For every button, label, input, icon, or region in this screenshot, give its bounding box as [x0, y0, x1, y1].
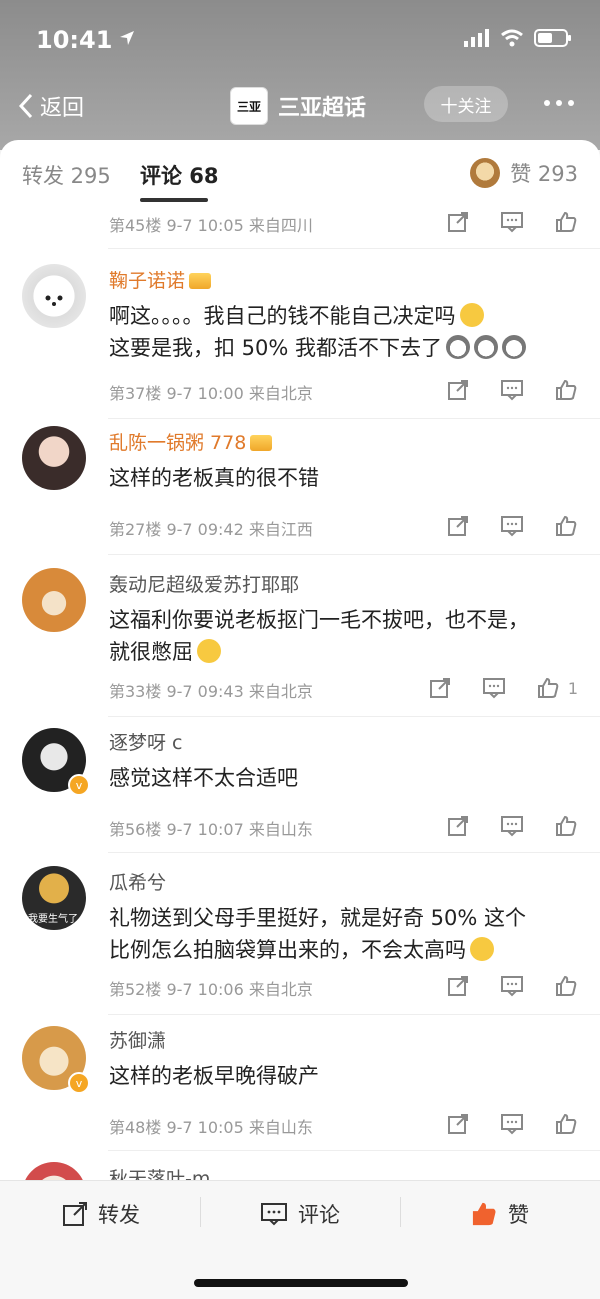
liker-avatar [470, 158, 501, 188]
comment-list[interactable]: 第45楼 9-7 10:05 来自四川 鞠子诺诺 啊这。。。。我自己的钱不能自己… [0, 206, 600, 1181]
comment-text: 啊这。。。。我自己的钱不能自己决定吗 这要是我，扣 50% 我都活不下去了 [109, 300, 579, 364]
back-button[interactable]: 返回 [18, 90, 84, 122]
comment-meta: 第56楼 9-7 10:07 来自山东 [109, 820, 313, 839]
comment-text: 感觉这样不太合适吧 [109, 766, 298, 790]
comment-text: 这样的老板真的很不错 [109, 466, 319, 490]
back-label: 返回 [40, 96, 85, 121]
avatar[interactable] [22, 568, 86, 632]
avatar[interactable] [22, 264, 86, 328]
comment-meta: 第33楼 9-7 09:43 来自北京 [109, 682, 313, 701]
battery-icon [534, 29, 572, 51]
home-indicator [194, 1279, 408, 1287]
topic-logo: 三亚 [230, 87, 268, 125]
thumbs-up-icon [472, 1202, 496, 1226]
comment-icon[interactable] [482, 676, 506, 700]
avatar[interactable] [22, 1162, 86, 1181]
comment-meta: 第52楼 9-7 10:06 来自北京 [109, 980, 313, 999]
topic-title[interactable]: 三亚 三亚超话 [230, 87, 366, 125]
avatar[interactable]: v [22, 728, 90, 796]
tab-bar: 转发 295 评论 68 赞 293 [0, 140, 600, 206]
comment-label: 评论 [298, 1203, 340, 1227]
avatar[interactable]: v [22, 1026, 90, 1094]
comment-icon[interactable] [500, 974, 524, 998]
share-icon[interactable] [446, 974, 470, 998]
aggrieved-emoji-icon [197, 639, 221, 663]
share-icon[interactable] [446, 814, 470, 838]
husky-emoji-icon [474, 335, 499, 359]
commenter-name[interactable]: 秋天落叶-m [109, 1164, 210, 1181]
tab-repost[interactable]: 转发 295 [22, 160, 111, 190]
share-icon [63, 1202, 87, 1226]
like-count: 1 [567, 678, 578, 698]
comment-meta: 第48楼 9-7 10:05 来自山东 [109, 1118, 313, 1137]
thumbs-up-icon[interactable] [536, 676, 560, 700]
comment-icon[interactable] [500, 210, 524, 234]
tab-likes[interactable]: 赞 293 [470, 158, 578, 188]
avatar-caption: 我要生气了 [28, 914, 78, 925]
avatar[interactable]: 我要生气了 [22, 866, 86, 930]
verified-badge-icon: v [68, 774, 90, 796]
like-label: 赞 [508, 1203, 529, 1227]
wifi-icon [500, 29, 524, 51]
repost-label: 转发 [98, 1203, 140, 1227]
tab-likes-label: 赞 293 [510, 162, 578, 186]
comment-button[interactable]: 评论 [260, 1199, 340, 1229]
comment-icon[interactable] [500, 514, 524, 538]
location-arrow-icon [118, 29, 136, 51]
thumbs-up-icon[interactable] [554, 210, 578, 234]
commenter-name[interactable]: 乱陈一锅粥 778 [109, 428, 273, 455]
commenter-name[interactable]: 轰动尼超级爱苏打耶耶 [109, 570, 299, 597]
more-icon[interactable] [544, 100, 574, 106]
comment-text: 礼物送到父母手里挺好，就是好奇 50% 这个 比例怎么拍脑袋算出来的，不会太高吗 [109, 906, 527, 962]
comment-icon[interactable] [500, 814, 524, 838]
top-header: 10:41 返回 三亚 三亚超话 十关注 [0, 0, 600, 150]
husky-emoji-icon [446, 335, 471, 359]
repost-button[interactable]: 转发 [62, 1199, 140, 1229]
status-bar: 10:41 [36, 24, 572, 56]
share-icon[interactable] [446, 1112, 470, 1136]
active-tab-indicator [140, 198, 208, 202]
signal-icon [464, 29, 490, 51]
verified-badge-icon: v [68, 1072, 90, 1094]
chevron-left-icon [18, 93, 33, 119]
crown-icon [250, 435, 273, 451]
follow-button[interactable]: 十关注 [424, 86, 508, 122]
comment-text: 这样的老板早晚得破产 [109, 1064, 319, 1088]
like-button[interactable]: 赞 [470, 1199, 529, 1229]
comment-icon [261, 1203, 287, 1226]
laughing-cry-emoji-icon [459, 303, 484, 327]
commenter-name[interactable]: 鞠子诺诺 [109, 266, 212, 293]
clock: 10:41 [36, 26, 113, 54]
comment-icon[interactable] [500, 378, 524, 402]
thumbs-up-icon[interactable] [554, 814, 578, 838]
share-icon[interactable] [446, 378, 470, 402]
comment-icon[interactable] [500, 1112, 524, 1136]
navigation-bar: 返回 三亚 三亚超话 十关注 [0, 82, 600, 130]
avatar[interactable] [22, 426, 86, 490]
share-icon[interactable] [428, 676, 452, 700]
husky-emoji-icon [502, 335, 527, 359]
comments-sheet: 转发 295 评论 68 赞 293 第45楼 9-7 10:05 来自四川 鞠… [0, 140, 600, 1298]
share-icon[interactable] [446, 210, 470, 234]
thumbs-up-icon[interactable] [554, 514, 578, 538]
share-icon[interactable] [446, 514, 470, 538]
laughing-cry-emoji-icon [470, 937, 494, 961]
thumbs-up-icon[interactable] [554, 1112, 578, 1136]
thumbs-up-icon[interactable] [554, 378, 578, 402]
comment-text: 这福利你要说老板抠门一毛不拔吧，也不是， 就很憋屈 [109, 608, 529, 664]
commenter-name[interactable]: 逐梦呀 c [109, 728, 183, 755]
comment-meta: 第27楼 9-7 09:42 来自江西 [109, 520, 313, 539]
comment-meta: 第37楼 9-7 10:00 来自北京 [109, 384, 313, 403]
commenter-name[interactable]: 瓜希兮 [109, 868, 166, 895]
commenter-name[interactable]: 苏御潇 [109, 1026, 166, 1053]
comment-meta: 第45楼 9-7 10:05 来自四川 [109, 216, 313, 235]
tab-comment[interactable]: 评论 68 [140, 160, 219, 190]
crown-icon [189, 273, 212, 289]
bottom-action-bar: 转发 评论 赞 [0, 1180, 600, 1299]
thumbs-up-icon[interactable] [554, 974, 578, 998]
topic-title-text: 三亚超话 [278, 96, 367, 121]
